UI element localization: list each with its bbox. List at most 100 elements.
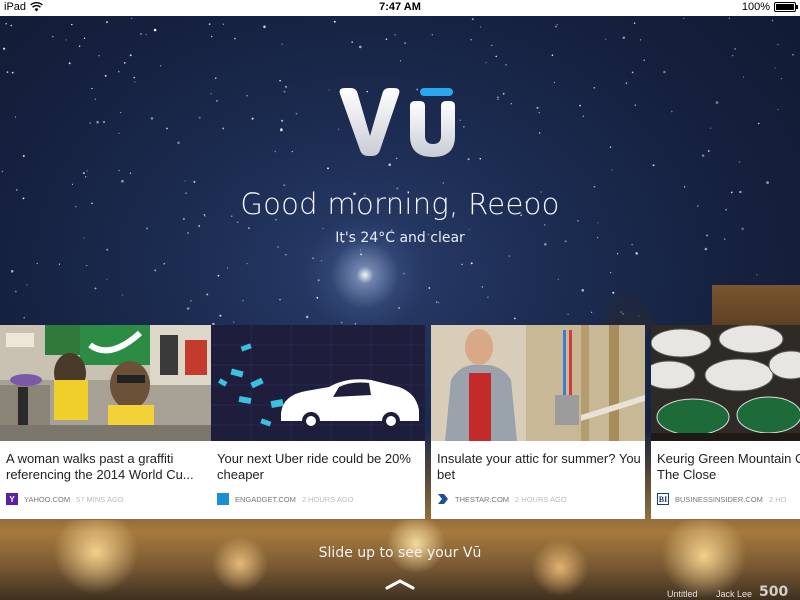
star [65, 39, 68, 41]
star [479, 26, 482, 28]
star [106, 278, 108, 280]
star [251, 117, 254, 120]
star [58, 263, 61, 265]
star [94, 98, 96, 100]
star [291, 150, 293, 153]
star [470, 262, 473, 265]
star [634, 104, 636, 106]
star [734, 47, 737, 50]
logo-macron [420, 88, 453, 96]
star [771, 19, 774, 22]
star [133, 76, 135, 79]
star [704, 247, 708, 251]
star [554, 25, 557, 28]
card-headline: Keurig Green Mountain Crazy Into The Clo… [657, 451, 800, 482]
star [581, 289, 585, 292]
star [247, 227, 250, 230]
star [279, 79, 281, 82]
card-headline: Insulate your attic for summer? You bet [437, 451, 641, 482]
photographer-name[interactable]: Jack Lee [716, 589, 752, 599]
star [792, 53, 794, 56]
star [121, 294, 124, 296]
star [10, 270, 14, 273]
star [394, 33, 396, 36]
star [71, 183, 73, 185]
star [333, 20, 336, 23]
star [222, 23, 225, 25]
star [756, 274, 758, 276]
star [774, 67, 776, 69]
card-headline: Your next Uber ride could be 20% cheaper [217, 451, 411, 482]
card-source-row: Y YAHOO.COM 57 MINS AGO [6, 492, 124, 506]
star [184, 180, 186, 182]
news-card[interactable]: A woman walks past a graffiti referencin… [0, 325, 216, 519]
star [14, 116, 16, 118]
star [728, 17, 730, 19]
star [86, 170, 88, 172]
news-card[interactable]: Keurig Green Mountain Crazy Into The Clo… [651, 325, 800, 519]
star [495, 55, 497, 58]
star [11, 71, 14, 74]
star [98, 54, 100, 57]
card-source: YAHOO.COM [24, 494, 71, 504]
businessinsider-icon: BI [657, 493, 669, 505]
star [83, 37, 86, 39]
card-time: 2 HOURS AGO [301, 494, 354, 504]
star [579, 104, 581, 107]
news-card[interactable]: Your next Uber ride could be 20% cheaper… [211, 325, 425, 519]
star [556, 24, 558, 26]
star [757, 122, 760, 125]
star [5, 23, 7, 25]
star [210, 93, 212, 95]
thestar-icon [437, 493, 449, 505]
star [513, 317, 516, 320]
star [553, 81, 556, 84]
card-headline: A woman walks past a graffiti referencin… [6, 451, 194, 482]
star [3, 47, 6, 50]
star [23, 316, 26, 319]
star [470, 39, 472, 41]
star [611, 169, 613, 171]
card-source: ENGADGET.COM [235, 494, 296, 504]
star [435, 301, 438, 303]
star [94, 287, 97, 290]
news-card[interactable]: Insulate your attic for summer? You bet … [431, 325, 645, 519]
star [236, 221, 239, 224]
star [22, 155, 25, 157]
star [233, 37, 236, 40]
star [622, 36, 626, 39]
star [68, 62, 71, 65]
star [437, 301, 440, 304]
star [89, 122, 91, 124]
star [505, 63, 507, 66]
star [208, 23, 211, 25]
star [670, 110, 673, 113]
star [502, 92, 505, 95]
uber-illustration [211, 325, 425, 441]
star [285, 254, 287, 256]
star [51, 35, 54, 38]
star [166, 127, 168, 130]
card-source-row: BI BUSINESSINSIDER.COM 2 HO [657, 492, 786, 506]
news-card-strip[interactable]: A woman walks past a graffiti referencin… [0, 325, 800, 520]
star [106, 248, 109, 251]
star [510, 103, 512, 105]
vu-logo [339, 88, 455, 157]
star [777, 108, 779, 111]
star [85, 176, 87, 178]
star [715, 101, 719, 104]
star [120, 112, 122, 114]
star [508, 255, 511, 258]
star [707, 150, 710, 152]
star [497, 98, 499, 101]
chevron-up-icon[interactable] [385, 578, 415, 590]
star [399, 60, 402, 62]
star [163, 262, 166, 265]
star [591, 311, 593, 313]
star [538, 111, 540, 114]
attic-photo [431, 325, 645, 441]
card-time: 2 HO [768, 494, 787, 504]
star [551, 54, 554, 56]
star [283, 90, 286, 93]
star [217, 274, 220, 277]
